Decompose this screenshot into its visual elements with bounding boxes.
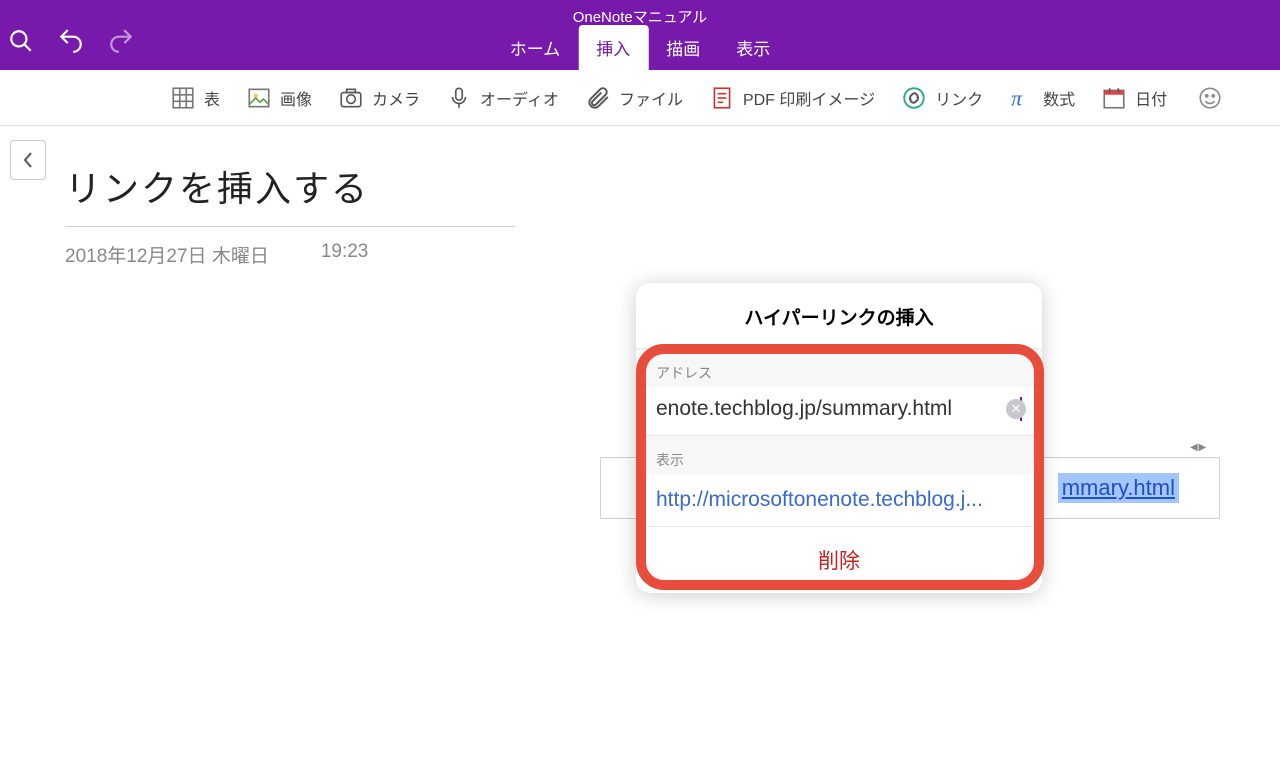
address-input[interactable]: enote.techblog.jp/summary.html	[656, 397, 1022, 421]
ribbon-image[interactable]: 画像	[246, 85, 312, 111]
ribbon-insert: 表 画像 カメラ オーディオ ファイル PDF 印刷イメージ リンク π 数式 …	[0, 70, 1280, 126]
page-date: 2018年12月27日 木曜日	[65, 241, 269, 268]
delete-button[interactable]: 削除	[636, 527, 1042, 593]
ribbon-pdf-label: PDF 印刷イメージ	[743, 86, 875, 110]
ribbon-table[interactable]: 表	[170, 85, 220, 111]
hyperlink-popover: ハイパーリンクの挿入 アドレス enote.techblog.jp/summar…	[636, 283, 1042, 593]
hyperlink-text-selected[interactable]: mmary.html	[1058, 473, 1179, 503]
ribbon-image-label: 画像	[280, 86, 312, 110]
page-content: リンクを挿入する 2018年12月27日 木曜日 19:23	[65, 160, 515, 268]
back-button[interactable]	[10, 140, 46, 180]
scroll-indicator: ◀ ▶	[1190, 442, 1205, 453]
ribbon-date[interactable]: 日付	[1101, 85, 1167, 111]
notebook-title: OneNoteマニュアル	[440, 6, 840, 27]
page-title[interactable]: リンクを挿入する	[65, 160, 515, 227]
page-meta: 2018年12月27日 木曜日 19:23	[65, 241, 515, 268]
display-section: 表示 http://microsoftonenote.techblog.j...	[636, 436, 1042, 527]
ribbon-file-label: ファイル	[619, 86, 683, 110]
ribbon-table-label: 表	[204, 86, 220, 110]
ribbon-pdf[interactable]: PDF 印刷イメージ	[709, 85, 875, 111]
page-time: 19:23	[321, 241, 369, 268]
ribbon-link-label: リンク	[935, 86, 983, 110]
redo-icon[interactable]	[108, 28, 134, 59]
clear-icon[interactable]: ✕	[1006, 399, 1026, 419]
ribbon-audio[interactable]: オーディオ	[446, 85, 559, 111]
ribbon-camera[interactable]: カメラ	[338, 85, 420, 111]
topbar-left-controls	[8, 28, 134, 59]
tab-draw[interactable]: 描画	[648, 25, 718, 70]
title-bar: OneNoteマニュアル ホーム 挿入 描画 表示	[0, 0, 1280, 70]
ribbon-file[interactable]: ファイル	[585, 85, 683, 111]
tab-view[interactable]: 表示	[718, 25, 788, 70]
svg-text:π: π	[1011, 86, 1023, 110]
ribbon-tabs: ホーム 挿入 描画 表示	[492, 30, 789, 70]
address-label: アドレス	[636, 349, 1042, 387]
popover-title: ハイパーリンクの挿入	[636, 283, 1042, 349]
ribbon-camera-label: カメラ	[372, 86, 420, 110]
undo-icon[interactable]	[58, 28, 84, 59]
ribbon-equation-label: 数式	[1043, 86, 1075, 110]
ribbon-sticker[interactable]	[1197, 85, 1223, 111]
address-input-row[interactable]: enote.techblog.jp/summary.html ✕	[636, 387, 1042, 435]
tab-home[interactable]: ホーム	[492, 25, 579, 70]
ribbon-date-label: 日付	[1135, 86, 1167, 110]
search-icon[interactable]	[8, 28, 34, 59]
ribbon-link[interactable]: リンク	[901, 85, 983, 111]
tab-insert[interactable]: 挿入	[578, 25, 648, 70]
ribbon-equation[interactable]: π 数式	[1009, 85, 1075, 111]
ribbon-audio-label: オーディオ	[480, 86, 559, 110]
address-section: アドレス enote.techblog.jp/summary.html ✕	[636, 349, 1042, 436]
display-input[interactable]: http://microsoftonenote.techblog.j...	[636, 474, 1042, 526]
display-label: 表示	[636, 436, 1042, 474]
